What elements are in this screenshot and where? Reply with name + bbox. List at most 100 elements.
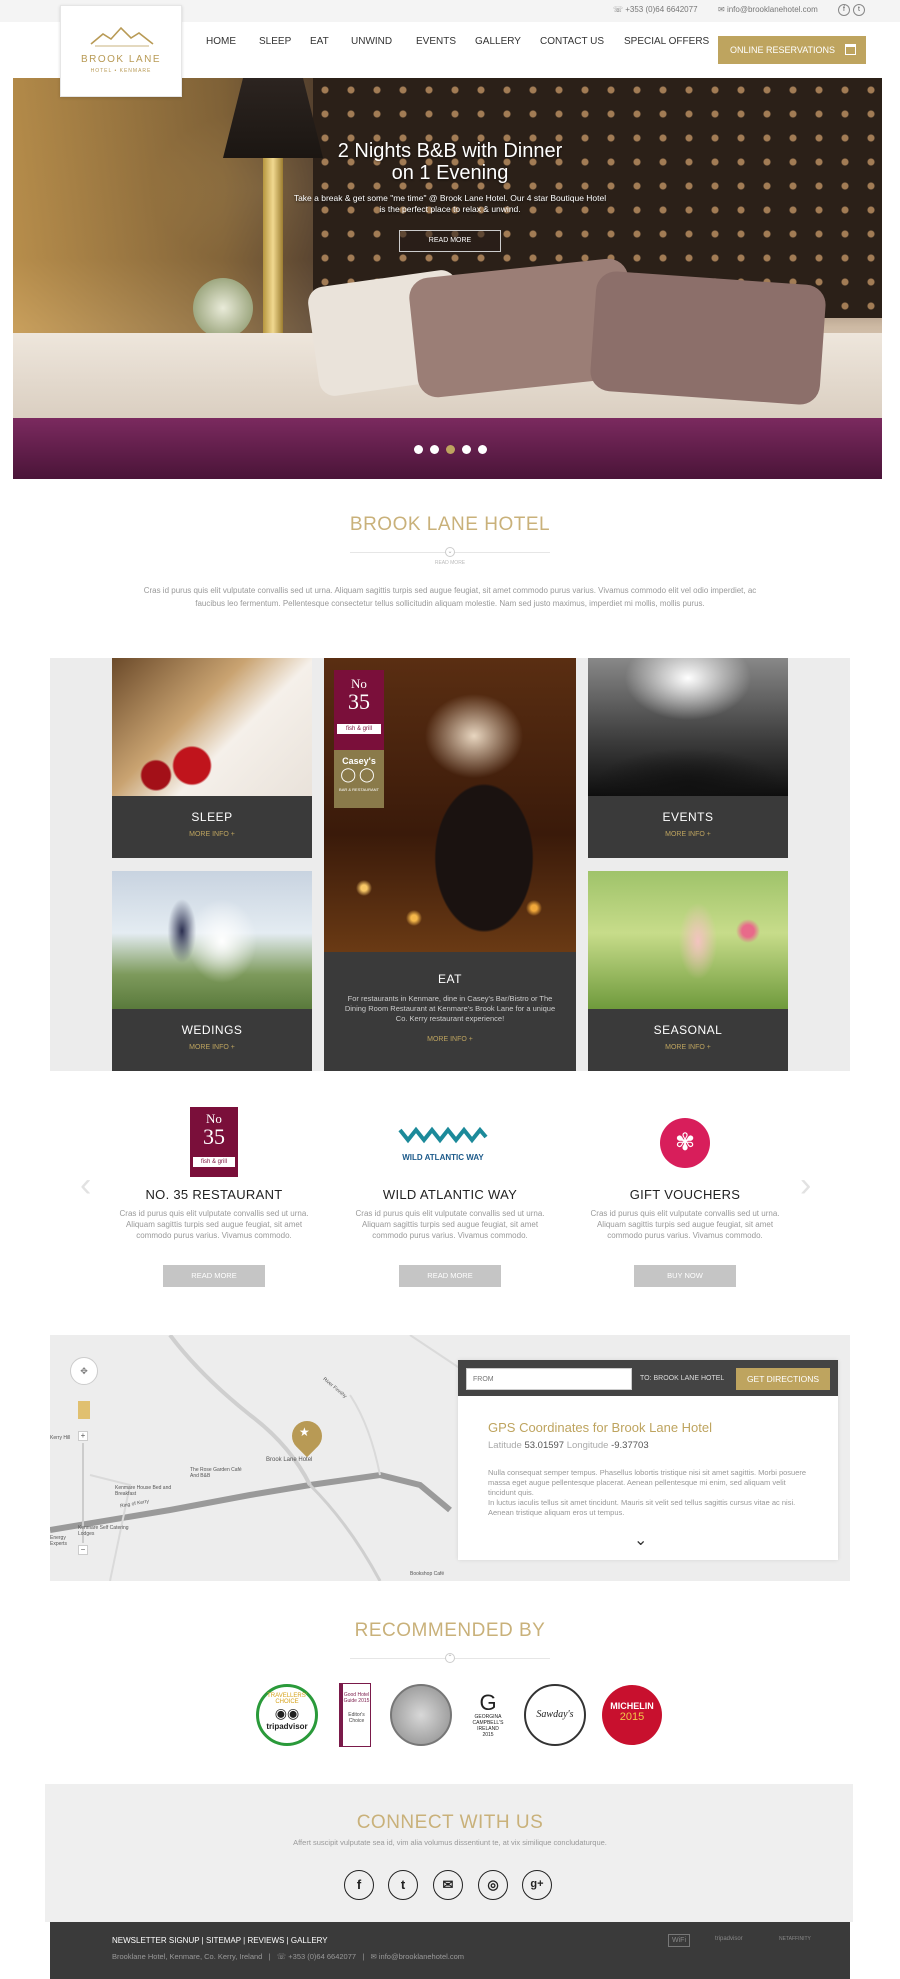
hero-slider[interactable]	[13, 78, 882, 479]
hero-read-more-button[interactable]: READ MORE	[399, 230, 501, 252]
wifi-icon: WiFi	[668, 1934, 690, 1947]
more-info-link[interactable]: MORE INFO +	[112, 831, 312, 838]
twitter-icon[interactable]: t	[853, 4, 865, 16]
map-label: Kenmare House Bed and Breakfast	[115, 1485, 172, 1497]
map-pan-icon[interactable]: ✥	[70, 1357, 98, 1385]
tripadvisor-badge[interactable]: TRAVELLERS' CHOICE ◉◉ tripadvisor	[254, 1682, 320, 1748]
intro-read-more[interactable]: READ MORE	[400, 560, 500, 566]
nav-eat[interactable]: EAT	[310, 36, 329, 47]
read-more-button[interactable]: READ MORE	[399, 1265, 501, 1287]
seasonal-image	[588, 871, 788, 1009]
email-contact[interactable]: ✉ info@brooklanehotel.com	[718, 5, 818, 14]
online-reservations-button[interactable]: ONLINE RESERVATIONS	[718, 36, 866, 64]
street-view-icon[interactable]	[78, 1401, 90, 1419]
from-input[interactable]	[466, 1368, 632, 1390]
facebook-icon[interactable]: f	[838, 4, 850, 16]
to-destination: TO: BROOK LANE HOTEL	[640, 1375, 725, 1382]
tile-label: EAT	[438, 972, 462, 986]
no35-logo-sub: fish & grill	[337, 724, 381, 734]
longitude-value: -9.37703	[611, 1440, 649, 1451]
footer-email[interactable]: info@brooklanehotel.com	[379, 1952, 464, 1961]
gps-coordinates: Latitude 53.01597 Longitude -9.37703	[488, 1440, 649, 1451]
goodhotel-sub: Editor's Choice	[348, 1712, 365, 1724]
gps-title: GPS Coordinates for Brook Lane Hotel	[488, 1420, 713, 1435]
gps-text: Nulla consequat semper tempus. Phasellus…	[488, 1468, 808, 1518]
silver-seal-badge[interactable]	[388, 1682, 454, 1748]
sleep-image	[112, 658, 312, 796]
no35-logo-num: 35	[348, 689, 370, 714]
nav-special-offers[interactable]: SPECIAL OFFERS	[624, 36, 709, 47]
calendar-icon	[845, 44, 856, 55]
gps-text-p1: Nulla consequat semper tempus. Phasellus…	[488, 1468, 807, 1497]
reservations-label: ONLINE RESERVATIONS	[730, 45, 836, 55]
silver-seal-icon	[390, 1684, 452, 1746]
map-label-hotel: Brook Lane Hotel	[266, 1457, 313, 1463]
nav-contact[interactable]: CONTACT US	[540, 36, 604, 47]
tile-weddings[interactable]: WEDINGS MORE INFO +	[112, 871, 312, 1071]
georgina-campbell-badge[interactable]: G GEORGINA CAMPBELL'S IRELAND 2015	[470, 1682, 506, 1748]
nav-gallery[interactable]: GALLERY	[475, 36, 521, 47]
slider-dot[interactable]	[462, 445, 471, 454]
sawdays-badge[interactable]: Sawday's	[522, 1682, 588, 1748]
read-more-button[interactable]: READ MORE	[163, 1265, 265, 1287]
slider-dot[interactable]	[478, 445, 487, 454]
carousel-prev-arrow-icon[interactable]: ‹	[80, 1168, 91, 1202]
zoom-in-icon[interactable]: +	[78, 1431, 88, 1441]
get-directions-button[interactable]: GET DIRECTIONS	[736, 1368, 830, 1390]
email-address: info@brooklanehotel.com	[726, 5, 818, 14]
email-icon[interactable]: ✉	[433, 1870, 463, 1900]
more-info-link[interactable]: MORE INFO +	[112, 1044, 312, 1051]
netaffinity-logo[interactable]: NETAFFINITY	[776, 1934, 814, 1944]
intro-text: Cras id purus quis elit vulputate conval…	[143, 586, 757, 608]
weddings-image	[112, 871, 312, 1009]
no35-icon-num: 35	[203, 1124, 225, 1149]
chevron-down-icon[interactable]: ⌄	[445, 547, 455, 557]
feature-text: Cras id purus quis elit vulputate conval…	[119, 1209, 309, 1240]
nav-unwind[interactable]: UNWIND	[351, 36, 392, 47]
tile-label: SLEEP	[191, 810, 233, 824]
slider-dot-active[interactable]	[446, 445, 455, 454]
carousel-next-arrow-icon[interactable]: ›	[800, 1168, 811, 1202]
facebook-icon[interactable]: f	[344, 1870, 374, 1900]
tile-events[interactable]: EVENTS MORE INFO +	[588, 658, 788, 858]
no35-icon-sub: fish & grill	[193, 1157, 235, 1167]
tile-seasonal[interactable]: SEASONAL MORE INFO +	[588, 871, 788, 1071]
mountain-logo-icon	[90, 26, 154, 47]
more-info-link[interactable]: MORE INFO +	[588, 1044, 788, 1051]
phone-contact[interactable]: ☏ +353 (0)64 6642077	[613, 5, 698, 14]
chevron-down-icon[interactable]: ⌄	[634, 1530, 647, 1550]
michelin-badge[interactable]: MICHELIN 2015	[600, 1682, 664, 1748]
connect-section	[45, 1784, 853, 1922]
buy-now-button[interactable]: BUY NOW	[634, 1265, 736, 1287]
nav-home[interactable]: HOME	[206, 36, 236, 47]
tile-sleep[interactable]: SLEEP MORE INFO +	[112, 658, 312, 858]
intro-title: BROOK LANE HOTEL	[349, 514, 551, 535]
google-plus-icon[interactable]: g+	[522, 1870, 552, 1900]
tripadvisor-logo[interactable]: tripadvisor	[712, 1934, 746, 1944]
slider-dot[interactable]	[414, 445, 423, 454]
logo-subtitle: HOTEL • KENMARE	[90, 68, 152, 74]
map-label: The Rose Garden Café And B&B	[190, 1467, 242, 1479]
hotel-logo[interactable]: BROOK LANE HOTEL • KENMARE	[60, 5, 182, 97]
feature-title: WILD ATLANTIC WAY	[382, 1187, 518, 1202]
connect-text: Affert suscipit vulputate sea id, vim al…	[293, 1838, 607, 1847]
slider-dot[interactable]	[430, 445, 439, 454]
feature-text: Cras id purus quis elit vulputate conval…	[355, 1209, 545, 1240]
chevron-up-icon[interactable]: ⌃	[445, 1653, 455, 1663]
tile-label: WEDINGS	[181, 1023, 243, 1037]
nav-events[interactable]: EVENTS	[416, 36, 456, 47]
tile-eat[interactable]: No 35 fish & grill Casey's ◯◯ BAR & REST…	[324, 658, 576, 1071]
twitter-icon[interactable]: t	[388, 1870, 418, 1900]
more-info-link[interactable]: MORE INFO +	[588, 831, 788, 838]
georgina-text: GEORGINA CAMPBELL'S IRELAND 2015	[472, 1714, 504, 1738]
nav-sleep[interactable]: SLEEP	[259, 36, 291, 47]
footer: NEWSLETTER SIGNUP | SITEMAP | REVIEWS | …	[50, 1922, 850, 1979]
footer-phone[interactable]: +353 (0)64 6642077	[288, 1952, 356, 1961]
g-icon: G	[479, 1690, 497, 1715]
instagram-icon[interactable]: ◎	[478, 1870, 508, 1900]
goodhotel-badge[interactable]: Good Hotel Guide 2015 Editor's Choice	[338, 1682, 372, 1748]
footer-links[interactable]: NEWSLETTER SIGNUP | SITEMAP | REVIEWS | …	[112, 1936, 328, 1945]
feature-title: GIFT VOUCHERS	[629, 1187, 741, 1202]
map-label: Bookshop Café	[410, 1571, 445, 1577]
more-info-link[interactable]: MORE INFO +	[324, 1036, 576, 1043]
